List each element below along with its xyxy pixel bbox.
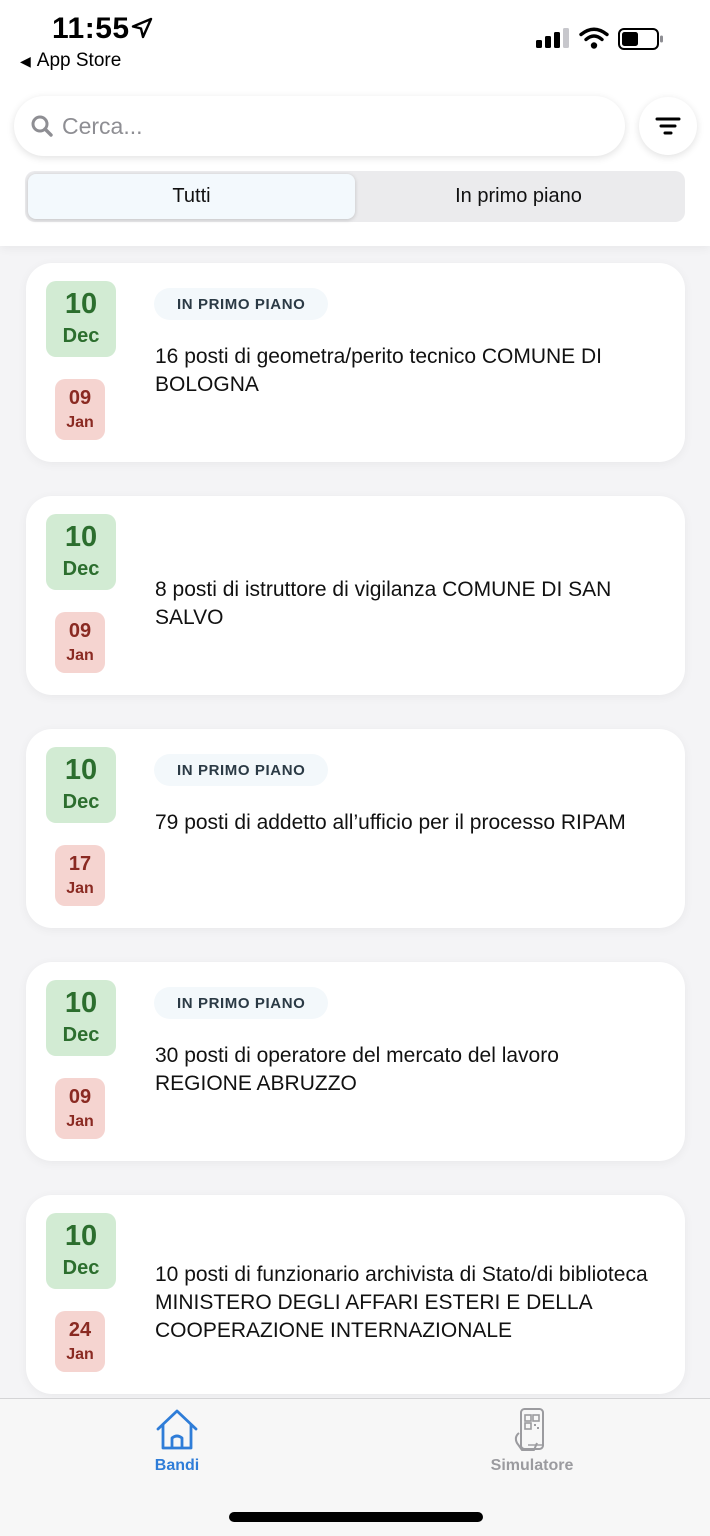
wifi-icon — [579, 27, 609, 49]
bando-title: 16 posti di geometra/perito tecnico COMU… — [155, 345, 603, 396]
end-day: 09 — [68, 386, 92, 409]
bando-card[interactable]: 10 Dec 09 Jan 8 posti di istruttore di v… — [26, 496, 685, 695]
location-arrow-icon — [131, 17, 153, 39]
status-time: 11:55 — [52, 12, 130, 45]
bando-card[interactable]: 10 Dec 24 Jan 10 posti di funzionario ar… — [26, 1195, 685, 1394]
end-month: Jan — [66, 1345, 94, 1363]
tab-bandi-label: Bandi — [154, 1457, 200, 1474]
filter-button[interactable] — [639, 97, 697, 155]
segmented-control: Tutti In primo piano — [25, 171, 685, 222]
start-date: 10 Dec — [46, 1213, 116, 1289]
search-bar[interactable] — [14, 96, 625, 156]
start-month: Dec — [62, 1257, 100, 1279]
bando-card[interactable]: 10 Dec 17 Jan IN PRIMO PIANO 79 posti di… — [26, 729, 685, 928]
end-date: 24 Jan — [55, 1311, 105, 1372]
start-date: 10 Dec — [46, 514, 116, 590]
start-day: 10 — [64, 987, 98, 1019]
featured-badge: IN PRIMO PIANO — [154, 987, 329, 1019]
battery-icon — [618, 28, 663, 50]
home-indicator — [229, 1512, 483, 1522]
end-date: 09 Jan — [55, 1078, 105, 1139]
end-day: 24 — [68, 1318, 92, 1341]
start-date: 10 Dec — [46, 281, 116, 357]
featured-badge: IN PRIMO PIANO — [154, 754, 329, 786]
header: 11:55 ◀ App Store Tutti In primo pian — [0, 0, 710, 246]
bando-title: 79 posti di addetto all’ufficio per il p… — [155, 811, 626, 834]
end-date: 17 Jan — [55, 845, 105, 906]
bando-title: 10 posti di funzionario archivista di St… — [155, 1263, 648, 1342]
start-day: 10 — [64, 1220, 98, 1252]
filter-icon — [655, 117, 681, 135]
back-to-app-store[interactable]: ◀ App Store — [20, 50, 121, 72]
back-triangle-icon: ◀ — [20, 52, 31, 69]
tab-simulatore-label: Simulatore — [490, 1457, 574, 1474]
end-month: Jan — [66, 1112, 94, 1130]
end-day: 09 — [68, 619, 92, 642]
segment-tutti[interactable]: Tutti — [28, 174, 355, 219]
end-month: Jan — [66, 413, 94, 431]
bando-card[interactable]: 10 Dec 09 Jan IN PRIMO PIANO 30 posti di… — [26, 962, 685, 1161]
search-input[interactable] — [62, 112, 582, 140]
start-day: 10 — [64, 754, 98, 786]
start-date: 10 Dec — [46, 747, 116, 823]
start-month: Dec — [62, 791, 100, 813]
bando-title: 30 posti di operatore del mercato del la… — [155, 1044, 559, 1095]
start-day: 10 — [64, 521, 98, 553]
end-day: 09 — [68, 1085, 92, 1108]
bando-card[interactable]: 10 Dec 09 Jan IN PRIMO PIANO 16 posti di… — [26, 263, 685, 462]
home-icon — [156, 1409, 198, 1450]
start-month: Dec — [62, 1024, 100, 1046]
end-date: 09 Jan — [55, 379, 105, 440]
bandi-list: 10 Dec 09 Jan IN PRIMO PIANO 16 posti di… — [0, 246, 710, 1398]
bando-title: 8 posti di istruttore di vigilanza COMUN… — [155, 578, 612, 629]
start-date: 10 Dec — [46, 980, 116, 1056]
tab-bandi[interactable]: Bandi — [112, 1407, 242, 1475]
end-month: Jan — [66, 646, 94, 664]
end-month: Jan — [66, 879, 94, 897]
start-day: 10 — [64, 288, 98, 320]
end-day: 17 — [68, 852, 92, 875]
featured-badge: IN PRIMO PIANO — [154, 288, 329, 320]
start-month: Dec — [62, 558, 100, 580]
start-month: Dec — [62, 325, 100, 347]
segment-in-primo-piano[interactable]: In primo piano — [355, 174, 682, 219]
cellular-signal-icon — [536, 28, 569, 48]
search-icon — [31, 115, 53, 137]
back-label: App Store — [36, 50, 122, 71]
tab-simulatore[interactable]: Simulatore — [467, 1407, 597, 1475]
phone-qr-icon — [514, 1408, 544, 1451]
end-date: 09 Jan — [55, 612, 105, 673]
